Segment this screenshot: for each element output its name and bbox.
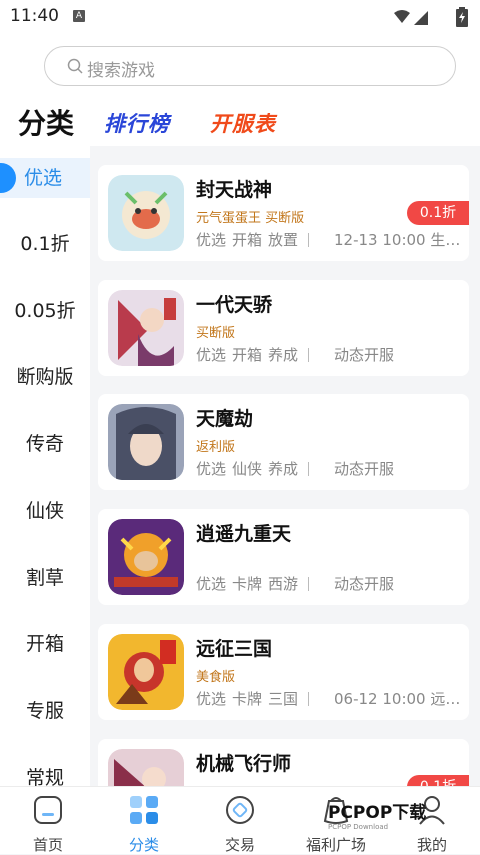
game-card[interactable]: 天魔劫 返利版 优选 仙侠 养成 动态开服 — [98, 394, 469, 490]
game-tag: 优选 — [196, 231, 227, 249]
discount-badge: 0.1折 — [407, 775, 469, 786]
game-icon-yidai — [108, 290, 184, 366]
game-name: 一代天骄 — [196, 294, 273, 316]
tab-ranking[interactable]: 排行榜 — [104, 108, 170, 138]
sidebar-item-dedicated[interactable]: 专服 — [0, 691, 90, 731]
divider — [308, 233, 310, 247]
game-icon-xiaoyao — [108, 519, 184, 595]
game-tag: 卡牌 — [232, 690, 263, 708]
pcpop-watermark: PCPOP下载 PCPOP Download — [328, 798, 426, 831]
game-icon-jixie — [108, 749, 184, 786]
sidebar-item-buyout[interactable]: 断购版 — [0, 357, 90, 397]
game-tag: 优选 — [196, 346, 227, 364]
divider — [308, 692, 310, 706]
game-name: 天魔劫 — [196, 408, 254, 430]
game-tags: 优选 卡牌 西游 — [196, 573, 321, 594]
battery-icon — [456, 7, 468, 27]
game-tag: 卡牌 — [232, 575, 263, 593]
sidebar-item-xianxia[interactable]: 仙侠 — [0, 491, 90, 531]
sidebar-item-unboxing[interactable]: 开箱 — [0, 624, 90, 664]
nav-welfare-label: 福利广场 — [305, 836, 366, 854]
active-indicator — [0, 163, 16, 193]
game-tag: 优选 — [196, 460, 227, 478]
trade-icon — [226, 796, 254, 824]
game-card[interactable]: 一代天骄 买断版 优选 开箱 养成 动态开服 — [98, 280, 469, 376]
sidebar-item-0.05-discount[interactable]: 0.05折 — [0, 291, 90, 331]
sidebar-item-legend[interactable]: 传奇 — [0, 424, 90, 464]
game-icon-fengtian — [108, 175, 184, 251]
discount-badge: 0.1折 — [407, 201, 469, 225]
game-subtitle: 返利版 — [196, 440, 236, 455]
game-tag: 优选 — [196, 575, 227, 593]
game-icon-yuanzheng — [108, 634, 184, 710]
game-list: 封天战神 元气蛋蛋王 买断版 优选 开箱 放置 12-13 10:00 生… 0.1… — [90, 146, 480, 786]
game-tag: 养成 — [268, 460, 299, 478]
sidebar-item-0.1-discount[interactable]: 0.1折 — [0, 224, 90, 264]
game-tags: 优选 开箱 养成 — [196, 344, 321, 365]
watermark-sub: PCPOP Download — [328, 823, 389, 831]
game-tag: 开箱 — [232, 346, 263, 364]
game-open-time: 12-13 10:00 生… — [334, 231, 461, 249]
game-open-time: 动态开服 — [334, 460, 395, 478]
game-tag: 养成 — [268, 346, 299, 364]
nav-trade[interactable]: 交易 — [192, 793, 288, 855]
game-subtitle: 美食版 — [196, 670, 236, 685]
game-tag: 仙侠 — [232, 460, 263, 478]
game-name: 远征三国 — [196, 638, 273, 660]
game-card[interactable]: 远征三国 美食版 优选 卡牌 三国 06-12 10:00 远… — [98, 624, 469, 720]
game-tags: 优选 仙侠 养成 — [196, 458, 321, 479]
nav-home-label: 首页 — [32, 836, 63, 854]
game-card[interactable]: 机械飞行师 0.1折 — [98, 739, 469, 786]
game-open-time: 06-12 10:00 远… — [334, 690, 461, 708]
game-tags: 优选 开箱 放置 — [196, 229, 321, 250]
game-name: 机械飞行师 — [196, 753, 292, 775]
sidebar-item-featured[interactable]: 优选 — [0, 158, 90, 198]
game-tag: 放置 — [268, 231, 299, 249]
status-bar: 11:40 A — [0, 0, 480, 34]
home-icon — [34, 796, 62, 824]
game-tag: 三国 — [268, 690, 299, 708]
nav-trade-label: 交易 — [224, 836, 255, 854]
game-card[interactable]: 逍遥九重天 优选 卡牌 西游 动态开服 — [98, 509, 469, 605]
nav-mine-label: 我的 — [416, 836, 447, 854]
tab-category[interactable]: 分类 — [18, 102, 74, 142]
game-open-time: 动态开服 — [334, 346, 395, 364]
wifi-signal-icon — [394, 10, 428, 25]
category-grid-icon — [130, 796, 158, 824]
top-tabs: 分类 排行榜 开服表 — [0, 98, 480, 142]
header: 搜索游戏 分类 排行榜 开服表 — [0, 34, 480, 146]
nav-category-label: 分类 — [128, 836, 159, 854]
game-card[interactable]: 封天战神 元气蛋蛋王 买断版 优选 开箱 放置 12-13 10:00 生… 0.1… — [98, 165, 469, 261]
game-tags: 优选 卡牌 三国 — [196, 688, 321, 709]
game-icon-tianmo — [108, 404, 184, 480]
game-subtitle: 元气蛋蛋王 买断版 — [196, 211, 305, 226]
game-tag: 西游 — [268, 575, 299, 593]
divider — [308, 577, 310, 591]
status-time: 11:40 — [10, 6, 59, 26]
nav-category[interactable]: 分类 — [96, 793, 192, 855]
game-name: 逍遥九重天 — [196, 523, 292, 545]
search-placeholder: 搜索游戏 — [87, 61, 155, 81]
game-tag: 开箱 — [232, 231, 263, 249]
game-subtitle: 买断版 — [196, 326, 236, 341]
search-input[interactable]: 搜索游戏 — [44, 46, 456, 86]
game-tag: 优选 — [196, 690, 227, 708]
game-name: 封天战神 — [196, 179, 273, 201]
category-sidebar: 优选 0.1折 0.05折 断购版 传奇 仙侠 割草 开箱 专服 常规 — [0, 146, 90, 789]
notification-icon: A — [73, 10, 85, 22]
tab-server-list[interactable]: 开服表 — [210, 108, 276, 138]
sidebar-item-mowing[interactable]: 割草 — [0, 558, 90, 598]
divider — [308, 462, 310, 476]
nav-home[interactable]: 首页 — [0, 793, 96, 855]
game-open-time: 动态开服 — [334, 575, 395, 593]
divider — [308, 348, 310, 362]
search-icon — [67, 58, 83, 74]
watermark-brand: PCPOP下载 — [328, 803, 427, 823]
sidebar-item-label: 优选 — [24, 167, 63, 189]
